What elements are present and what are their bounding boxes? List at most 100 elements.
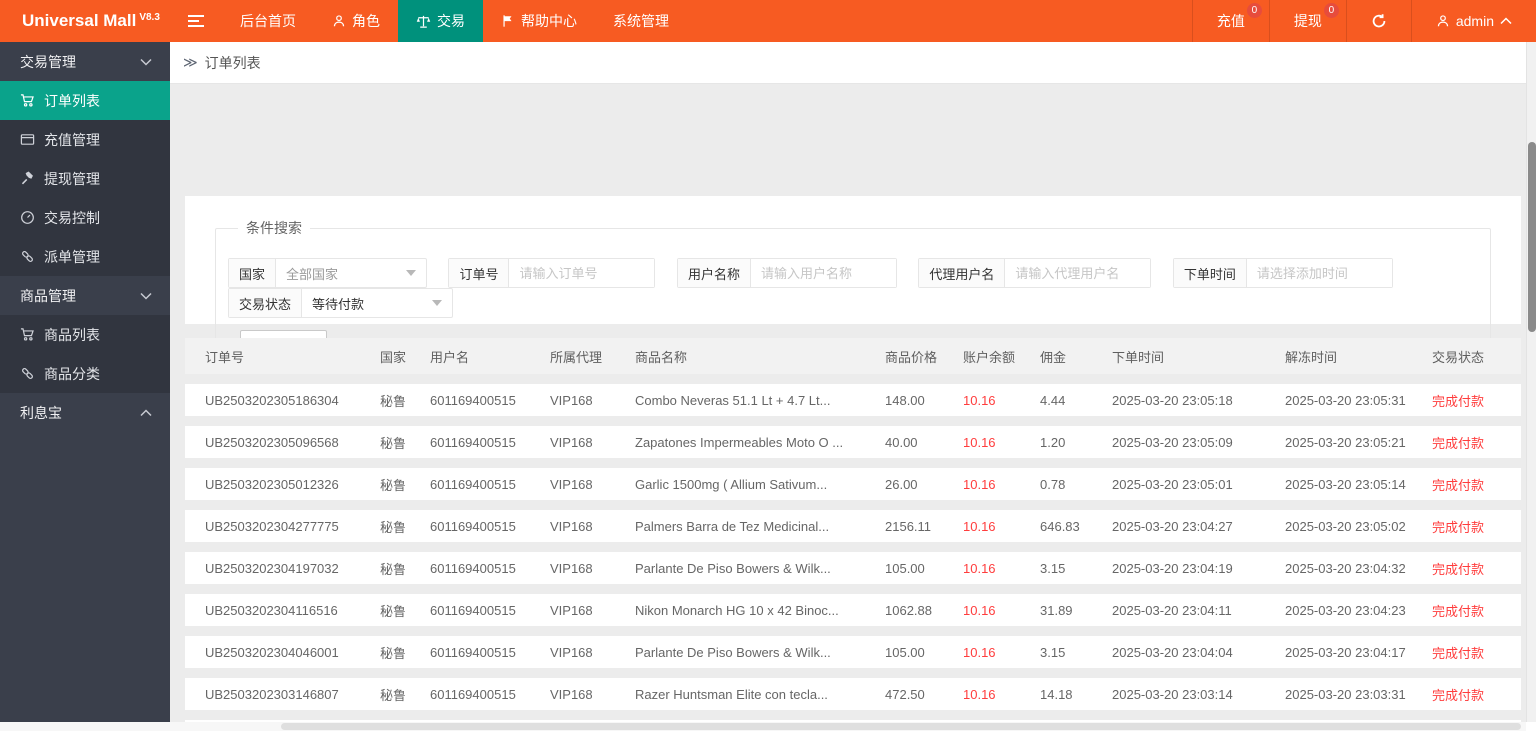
cell-unfreeze-time: 2025-03-20 23:03:31 — [1285, 686, 1406, 702]
cell-price: 2156.11 — [885, 518, 932, 534]
status-select[interactable]: 等待付款 — [302, 289, 452, 317]
order-no-input[interactable] — [509, 259, 655, 287]
cell-balance: 10.16 — [963, 644, 996, 660]
table-row[interactable]: UB2503202303146807 秘鲁 601169400515 VIP16… — [185, 678, 1521, 710]
cell-country: 秘鲁 — [380, 435, 407, 451]
sidebar-item-trade-control[interactable]: 交易控制 — [0, 198, 170, 237]
nav-item-system[interactable]: 系统管理 — [595, 0, 687, 42]
sidebar-group-interest-treasure[interactable]: 利息宝 — [0, 393, 170, 432]
nav-item-dashboard[interactable]: 后台首页 — [222, 0, 314, 42]
nav-item-roles[interactable]: 角色 — [314, 0, 398, 42]
sidebar-group-label: 利息宝 — [20, 404, 62, 421]
cell-username: 601169400515 — [430, 518, 516, 534]
cell-order-time: 2025-03-20 23:04:11 — [1112, 602, 1232, 618]
cell-username: 601169400515 — [430, 602, 516, 618]
sidebar-item-product-category[interactable]: 商品分类 — [0, 354, 170, 393]
cell-order-no: UB2503202304046001 — [205, 644, 339, 660]
refresh-button[interactable] — [1345, 0, 1411, 42]
withdraw-button[interactable]: 提现 0 — [1268, 0, 1346, 42]
cell-country: 秘鲁 — [380, 519, 407, 535]
table-row[interactable]: UB2503202305012326 秘鲁 601169400515 VIP16… — [185, 468, 1521, 500]
cell-commission: 646.83 — [1040, 518, 1080, 534]
breadcrumb-label: 订单列表 — [204, 54, 261, 71]
cell-commission: 3.15 — [1040, 560, 1066, 576]
sidebar-item-label: 订单列表 — [44, 92, 100, 109]
sidebar-item-label: 商品列表 — [44, 326, 100, 343]
table-row[interactable]: UB2503202304197032 秘鲁 601169400515 VIP16… — [185, 552, 1521, 584]
sidebar-item-order-list[interactable]: 订单列表 — [0, 81, 170, 120]
cell-order-time: 2025-03-20 23:05:01 — [1112, 476, 1233, 492]
balance-icon — [416, 14, 431, 29]
cell-agent: VIP168 — [550, 518, 593, 534]
nav-item-help-center[interactable]: 帮助中心 — [483, 0, 595, 42]
cell-username: 601169400515 — [430, 476, 516, 492]
cell-status: 完成付款 — [1432, 603, 1485, 619]
top-nav: 后台首页 角色 交易 帮助中心 系统管理 — [222, 0, 687, 42]
caret-down-icon — [406, 270, 417, 276]
orders-table: 订单号 国家 用户名 所属代理 商品名称 商品价格 账户余额 佣金 下单时间 解… — [185, 338, 1521, 722]
country-value: 全部国家 — [286, 266, 339, 282]
cell-product-name: Parlante De Piso Bowers & Wilk... — [635, 560, 831, 576]
cell-status: 完成付款 — [1432, 393, 1485, 409]
username-input[interactable] — [750, 259, 896, 287]
sidebar-group-trade-management[interactable]: 交易管理 — [0, 42, 170, 81]
table-row[interactable]: UB2503202305096568 秘鲁 601169400515 VIP16… — [185, 426, 1521, 458]
cell-unfreeze-time: 2025-03-20 23:04:17 — [1285, 644, 1406, 660]
cell-status: 完成付款 — [1432, 645, 1485, 661]
cart-icon — [20, 93, 35, 108]
cell-price: 40.00 — [885, 434, 918, 450]
cell-price: 472.50 — [885, 686, 925, 702]
username-filter: 用户名称 — [676, 258, 897, 288]
cell-commission: 0.78 — [1040, 476, 1066, 492]
agent-input[interactable] — [1005, 259, 1151, 287]
chevron-up-icon — [1500, 17, 1512, 25]
person-icon — [332, 14, 346, 28]
country-filter: 国家 全部国家 — [228, 258, 428, 288]
person-icon — [1436, 14, 1450, 28]
cell-commission: 14.18 — [1040, 686, 1073, 702]
user-menu[interactable]: admin — [1410, 0, 1536, 42]
status-filter: 交易状态 等待付款 — [228, 288, 454, 318]
sidebar-item-product-list[interactable]: 商品列表 — [0, 315, 170, 354]
sidebar-group-label: 商品管理 — [20, 287, 76, 304]
order-time-input[interactable] — [1246, 259, 1392, 287]
order-no-filter: 订单号 — [448, 258, 656, 288]
recharge-label: 充值 — [1216, 13, 1245, 29]
cell-product-name: Palmers Barra de Tez Medicinal... — [635, 518, 830, 534]
cell-agent: VIP168 — [550, 476, 593, 492]
recharge-button[interactable]: 充值 0 — [1191, 0, 1269, 42]
column-header: 国家 — [380, 349, 407, 365]
brand-logo[interactable]: Universal Mall V8.3 — [0, 0, 170, 42]
country-select[interactable]: 全部国家 — [276, 259, 426, 287]
table-header-row: 订单号 国家 用户名 所属代理 商品名称 商品价格 账户余额 佣金 下单时间 解… — [185, 338, 1521, 374]
horizontal-scrollbar-thumb[interactable] — [281, 723, 1521, 730]
cell-price: 105.00 — [885, 644, 925, 660]
vertical-scrollbar-thumb[interactable] — [1528, 142, 1536, 332]
sidebar-group-product-management[interactable]: 商品管理 — [0, 276, 170, 315]
cell-unfreeze-time: 2025-03-20 23:04:23 — [1285, 602, 1406, 618]
table-row[interactable]: UB2503202304046001 秘鲁 601169400515 VIP16… — [185, 636, 1521, 668]
sidebar-item-recharge-management[interactable]: 充值管理 — [0, 120, 170, 159]
cell-order-no: UB2503202304116516 — [205, 602, 338, 618]
table-row[interactable]: UB2503202304116516 秘鲁 601169400515 VIP16… — [185, 594, 1521, 626]
status-label: 交易状态 — [229, 289, 303, 317]
cell-order-time: 2025-03-20 23:04:04 — [1112, 644, 1233, 660]
cell-status: 完成付款 — [1432, 435, 1485, 451]
cell-country: 秘鲁 — [380, 687, 407, 703]
card-icon — [20, 132, 35, 147]
cell-balance: 10.16 — [963, 518, 996, 534]
table-row[interactable]: UB2503202305186304 秘鲁 601169400515 VIP16… — [185, 384, 1521, 416]
column-header: 账户余额 — [963, 349, 1016, 365]
status-value: 等待付款 — [312, 296, 365, 312]
sidebar-item-withdraw-management[interactable]: 提现管理 — [0, 159, 170, 198]
cell-product-name: Nikon Monarch HG 10 x 42 Binoc... — [635, 602, 839, 618]
flag-icon — [501, 14, 515, 28]
table-row[interactable]: UB2503202304277775 秘鲁 601169400515 VIP16… — [185, 510, 1521, 542]
nav-item-trade[interactable]: 交易 — [398, 0, 483, 42]
cell-agent: VIP168 — [550, 686, 593, 702]
refresh-icon — [1371, 13, 1387, 29]
nav-label: 帮助中心 — [521, 13, 577, 29]
sidebar-item-dispatch-management[interactable]: 派单管理 — [0, 237, 170, 276]
hamburger-menu-icon[interactable] — [170, 0, 222, 42]
withdraw-badge: 0 — [1323, 3, 1339, 18]
